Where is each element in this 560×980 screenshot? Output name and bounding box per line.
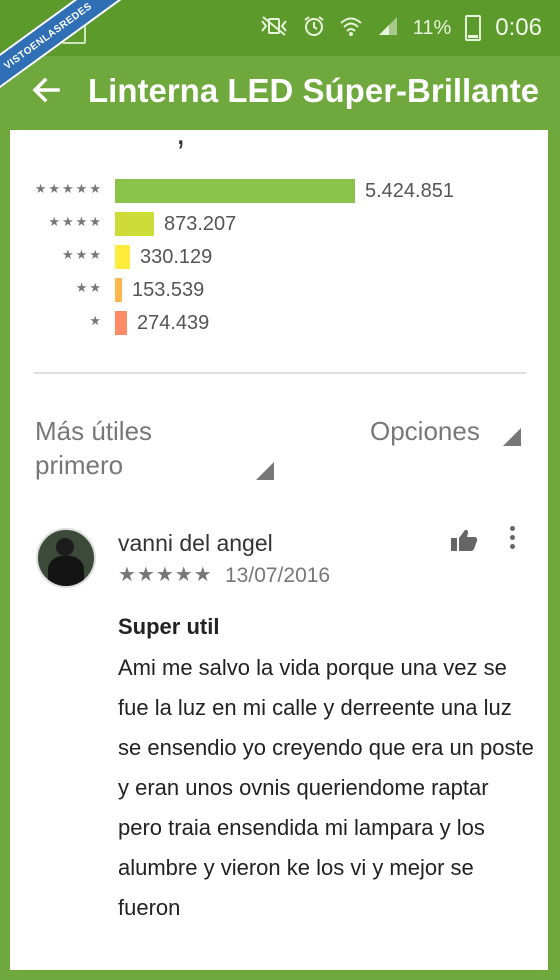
app-bar: Linterna LED Súper-Brillante <box>0 56 560 130</box>
review-rating-stars: ★★★★★ <box>118 564 213 586</box>
rating-count: 5.424.851 <box>365 180 454 202</box>
rating-row-1-stars: ★ 274.439 <box>10 311 548 335</box>
divider <box>34 372 526 374</box>
rating-row-stars-icon: ★★★★★ <box>34 181 103 196</box>
rating-row-stars-icon: ★★★ <box>62 247 103 262</box>
rating-count: 330.129 <box>140 246 213 268</box>
mute-vibrate-icon <box>259 15 289 41</box>
rating-row-stars-icon: ★ <box>89 313 103 328</box>
thumbs-up-icon[interactable] <box>450 528 478 557</box>
review-body: Ami me salvo la vida porque una vez se f… <box>118 655 534 920</box>
options-dropdown[interactable]: Opciones <box>370 414 480 448</box>
review-date: 13/07/2016 <box>225 564 331 587</box>
rating-bar <box>115 278 122 302</box>
rating-row-4-stars: ★★★★ 873.207 <box>10 212 548 236</box>
wifi-icon <box>339 15 363 41</box>
rating-row-2-stars: ★★ 153.539 <box>10 278 548 302</box>
more-vert-icon[interactable] <box>510 526 516 553</box>
rating-bar <box>115 179 355 203</box>
rating-row-stars-icon: ★★★★ <box>48 214 103 229</box>
reviewer-name: vanni del angel <box>118 530 273 556</box>
battery-icon <box>465 15 482 41</box>
rating-bar <box>115 245 130 269</box>
rating-bar <box>115 311 127 335</box>
rating-count: 873.207 <box>164 213 237 235</box>
options-dropdown-triangle-icon <box>503 428 521 446</box>
battery-percentage: 11% <box>412 16 452 39</box>
rating-row-5-stars: ★★★★★ 5.424.851 <box>10 179 548 203</box>
review-title: Super util <box>118 614 220 639</box>
clock: 0:06 <box>495 14 542 41</box>
rating-bar <box>115 212 154 236</box>
rating-row-3-stars: ★★★ 330.129 <box>10 245 548 269</box>
signal-icon <box>377 15 399 41</box>
sort-dropdown[interactable]: Más útiles primero <box>35 414 235 482</box>
alarm-icon <box>303 15 325 41</box>
scrolled-off-text: , <box>176 130 186 152</box>
avatar[interactable] <box>36 528 96 588</box>
rating-row-stars-icon: ★★ <box>75 280 103 295</box>
sort-dropdown-triangle-icon <box>256 462 274 480</box>
page-title: Linterna LED Súper-Brillante <box>88 72 540 109</box>
rating-count: 153.539 <box>132 279 205 301</box>
reviews-panel: , ★★★★★ 5.424.851 ★★★★ 873.207 ★★★ 330.129 ★★ 1… <box>10 130 548 970</box>
rating-count: 274.439 <box>137 312 210 334</box>
arrow-left-icon[interactable] <box>26 70 66 110</box>
